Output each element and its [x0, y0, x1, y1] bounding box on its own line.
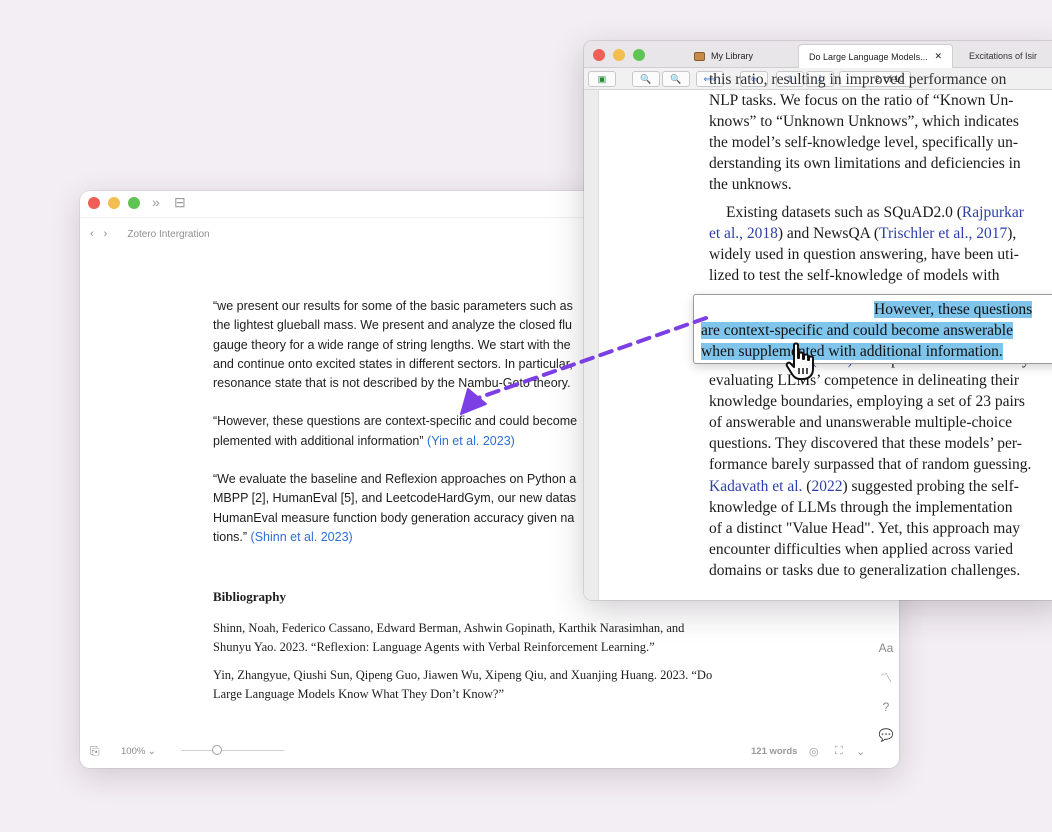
reference-link[interactable]: Kadavath et al.: [709, 478, 802, 495]
text-line: Shunyu Yao. 2023. “Reflexion: Language A…: [213, 639, 655, 654]
zoom-dropdown[interactable]: 100% ⌄: [121, 746, 156, 757]
text-run: ) and NewsQA (: [777, 224, 880, 242]
library-icon: [694, 51, 705, 61]
tab-label: Excitations of Isir: [969, 51, 1038, 61]
text-line: Large Language Models Know What They Don…: [213, 686, 505, 701]
text-line: the unknows.: [709, 176, 792, 194]
status-bar: ⎘ 100% ⌄ 121 words ◎ ⛶ ⌄: [80, 734, 899, 768]
highlighted-text: However, these questions: [874, 301, 1033, 318]
text-line: lized to test the self-knowledge of mode…: [709, 266, 1000, 284]
text-run: Existing datasets such as SQuAD2.0 (: [726, 203, 962, 221]
right-tool-rail: Aa 〽 ? 💬: [873, 641, 899, 742]
text-line: Kadavath et al. (2022) suggested probing…: [709, 476, 1052, 497]
text-line: Shinn, Noah, Federico Cassano, Edward Be…: [213, 620, 685, 635]
text-line: “We evaluate the baseline and Reflexion …: [213, 472, 577, 487]
minimize-window-button[interactable]: [108, 197, 120, 209]
text-line: plemented with additional information”: [213, 433, 424, 448]
dragged-highlight-annotation[interactable]: However, these questions are context-spe…: [693, 294, 1052, 364]
reference-link[interactable]: 2022: [811, 478, 842, 495]
reference-link[interactable]: Trischler et al., 2017: [879, 225, 1007, 242]
zoom-slider-track[interactable]: [181, 750, 284, 751]
highlighted-text: are context-specific and could become an…: [701, 322, 1013, 340]
close-tab-icon[interactable]: ✕: [934, 51, 942, 62]
word-count: 121 words: [751, 745, 798, 757]
text-line: Yin, Zhangyue, Qiushi Sun, Qipeng Guo, J…: [213, 667, 713, 682]
text-line: formance barely surpassed that of random…: [709, 456, 1032, 474]
text-line: questions. They discovered that these mo…: [709, 435, 1022, 453]
focus-icon[interactable]: ⛶: [835, 745, 843, 758]
close-window-button[interactable]: [593, 49, 605, 61]
font-style-icon[interactable]: Aa: [879, 641, 894, 655]
tab-bar: My Library Do Large Language Models... ✕…: [584, 41, 1052, 68]
text-line: domains or tasks due to generalization c…: [709, 561, 1021, 579]
text-line: et al., 2018) and NewsQA (Trischler et a…: [709, 223, 1052, 244]
text-line: Existing datasets such as SQuAD2.0 (Rajp…: [709, 202, 1052, 223]
text-line: “we present our results for some of the …: [213, 299, 573, 313]
text-line: of answerable and unanswerable multiple-…: [709, 414, 1012, 432]
text-line: of a distinct "Value Head". Yet, this ap…: [709, 519, 1020, 537]
text-line: widely used in question answering, have …: [709, 245, 1019, 263]
text-line: encounter difficulties when applied acro…: [709, 540, 1014, 558]
minimize-window-button[interactable]: [613, 49, 625, 61]
zoom-slider-knob[interactable]: [212, 745, 223, 755]
text-line: the lightest glueball mass. We present a…: [213, 318, 573, 333]
bibliography-entry: Yin, Zhangyue, Qiushi Sun, Qipeng Guo, J…: [213, 666, 773, 704]
text-line: are context-specific and could become an…: [701, 320, 1052, 341]
paragraph: Existing datasets such as SQuAD2.0 (Rajp…: [709, 202, 1052, 581]
chevron-down-icon[interactable]: ⌄: [856, 745, 865, 758]
window-controls: [88, 197, 140, 209]
pdf-sidebar: [584, 90, 599, 600]
text-line: when supplemented with additional inform…: [701, 341, 1052, 362]
reference-link[interactable]: et al., 2018: [709, 225, 778, 242]
tab-label: Do Large Language Models...: [809, 51, 928, 62]
bibliography-entry: Shinn, Noah, Federico Cassano, Edward Be…: [213, 619, 773, 657]
zoom-out-button[interactable]: 🔍: [632, 71, 660, 87]
zoom-in-button[interactable]: 🔍: [662, 71, 690, 87]
text-line: resonance state that is not described by…: [213, 376, 571, 391]
target-icon[interactable]: ◎: [809, 745, 819, 758]
text-line: and continue onto excited states in diff…: [213, 356, 573, 371]
text-run: ) suggested probing the self-: [842, 477, 1019, 495]
window-controls: [593, 49, 645, 61]
tab-active-document[interactable]: Do Large Language Models... ✕: [798, 44, 953, 68]
text-line: tions.”: [213, 529, 248, 544]
text-line: this ratio, resulting in improved perfor…: [709, 71, 1007, 88]
tab-my-library[interactable]: My Library: [684, 44, 763, 68]
text-line: NLP tasks. We focus on the ratio of “Kno…: [709, 92, 1014, 110]
highlighted-text: when supplemented with additional inform…: [701, 343, 1003, 361]
forward-arrow-icon[interactable]: ›: [104, 228, 108, 240]
citation-link[interactable]: (Shinn et al. 2023): [251, 530, 353, 544]
breadcrumb-nav: ‹ › Zotero Intergration: [90, 228, 210, 240]
reference-link[interactable]: Rajpurkar: [962, 204, 1024, 221]
zoom-window-button[interactable]: [633, 49, 645, 61]
tab-excitations[interactable]: Excitations of Isir: [959, 44, 1047, 68]
hand-cursor-icon: [785, 342, 814, 380]
format-icon[interactable]: ⎘: [90, 744, 100, 759]
text-run: ),: [1007, 224, 1017, 242]
text-line: gauge theory for a wide range of string …: [213, 337, 571, 352]
text-line: knows” to “Unknown Unknows”, which indic…: [709, 113, 1019, 131]
text-line: However, these questions: [701, 299, 1052, 320]
text-line: knowledge of LLMs through the implementa…: [709, 498, 1013, 516]
zoom-window-button[interactable]: [128, 197, 140, 209]
back-arrow-icon[interactable]: ‹: [90, 228, 94, 240]
toggle-sidebar-button[interactable]: ▣: [588, 71, 616, 87]
tab-label: My Library: [711, 51, 754, 61]
text-line: the model’s self-knowledge level, specif…: [709, 134, 1019, 152]
close-window-button[interactable]: [88, 197, 100, 209]
text-line: MBPP [2], HumanEval [5], and LeetcodeHar…: [213, 491, 577, 506]
breadcrumb-title[interactable]: Zotero Intergration: [127, 229, 209, 240]
text-line: derstanding its own limitations and defi…: [709, 155, 1021, 173]
text-line: knowledge boundaries, employing a set of…: [709, 393, 1025, 411]
paragraph: this ratio, resulting in improved perfor…: [709, 69, 1052, 196]
text-line: evaluating LLMs’ competence in delineati…: [709, 372, 1020, 390]
sidebar-toggle-icon[interactable]: ⊟: [174, 194, 186, 211]
help-icon[interactable]: ?: [883, 700, 890, 714]
citation-link[interactable]: (Yin et al. 2023): [427, 434, 515, 448]
stats-chart-icon[interactable]: 〽: [880, 669, 892, 686]
chevrons-right-icon[interactable]: »: [152, 194, 160, 210]
text-line: “However, these questions are context-sp…: [213, 414, 578, 429]
text-line: HumanEval measure function body generati…: [213, 510, 575, 525]
